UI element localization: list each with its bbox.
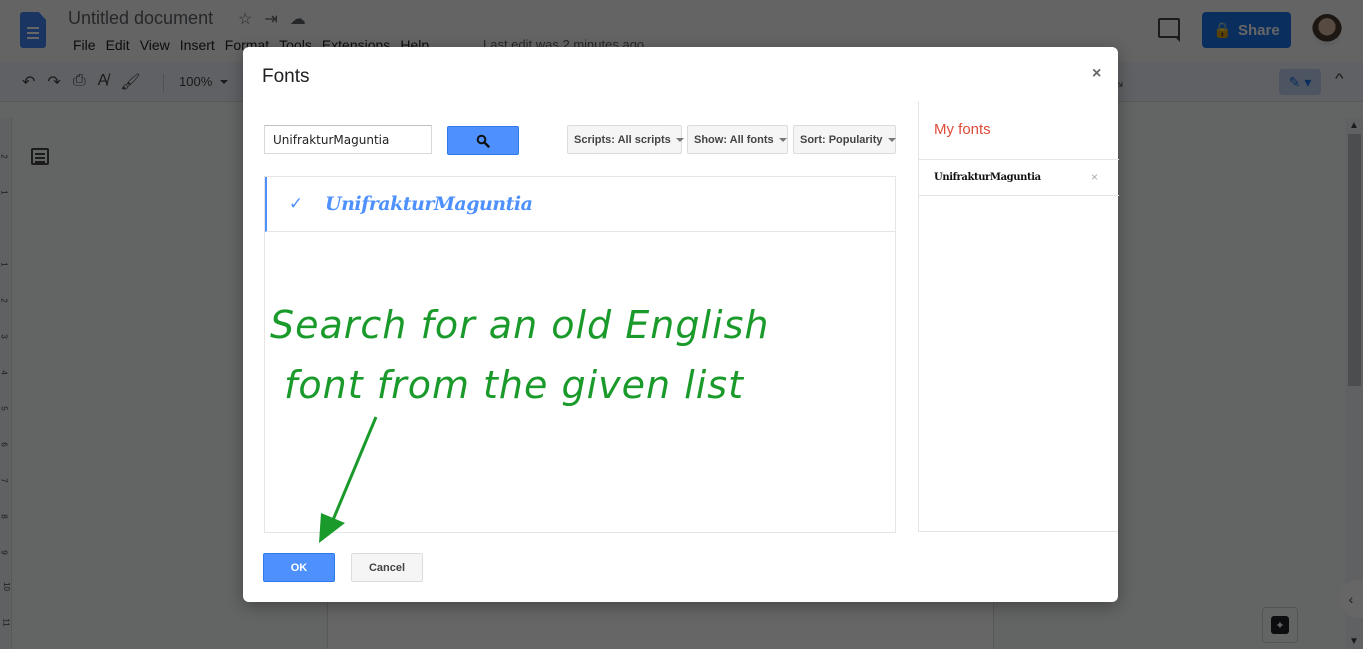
- font-result-item[interactable]: ✓ UnifrakturMaguntia: [265, 177, 895, 232]
- search-icon: [476, 134, 490, 148]
- dialog-title: Fonts: [262, 66, 310, 87]
- annotation-line-1: Search for an old English: [270, 303, 770, 347]
- font-search-input[interactable]: [264, 125, 432, 154]
- checkmark-icon: ✓: [288, 194, 304, 213]
- tutorial-annotation: Search for an old English font from the …: [270, 295, 769, 415]
- caret-down-icon: [675, 137, 684, 142]
- sort-dropdown[interactable]: Sort: Popularity: [793, 125, 896, 154]
- scripts-filter-label: Scripts: All scripts: [574, 133, 671, 146]
- scripts-filter-dropdown[interactable]: Scripts: All scripts: [567, 125, 684, 154]
- annotation-line-2: font from the given list: [284, 363, 744, 407]
- cancel-button[interactable]: Cancel: [351, 553, 423, 582]
- font-result-name: UnifrakturMaguntia: [325, 193, 533, 215]
- caret-down-icon: [778, 137, 787, 142]
- caret-down-icon: [887, 137, 896, 142]
- ok-button[interactable]: OK: [263, 553, 335, 582]
- show-filter-label: Show: All fonts: [694, 133, 774, 146]
- my-fonts-panel: My fonts UnifrakturMaguntia ×: [918, 101, 1119, 532]
- my-font-name: UnifrakturMaguntia: [934, 172, 1041, 183]
- annotation-arrow-icon: [319, 416, 378, 543]
- my-fonts-item[interactable]: UnifrakturMaguntia ×: [919, 159, 1119, 196]
- search-button[interactable]: [447, 126, 519, 155]
- fonts-dialog: Fonts × Scripts: All scripts Show: All f…: [243, 47, 1119, 602]
- my-fonts-title: My fonts: [934, 121, 991, 138]
- remove-font-icon[interactable]: ×: [1091, 170, 1098, 184]
- close-icon[interactable]: ×: [1092, 65, 1101, 83]
- sort-label: Sort: Popularity: [800, 133, 883, 146]
- show-filter-dropdown[interactable]: Show: All fonts: [687, 125, 788, 154]
